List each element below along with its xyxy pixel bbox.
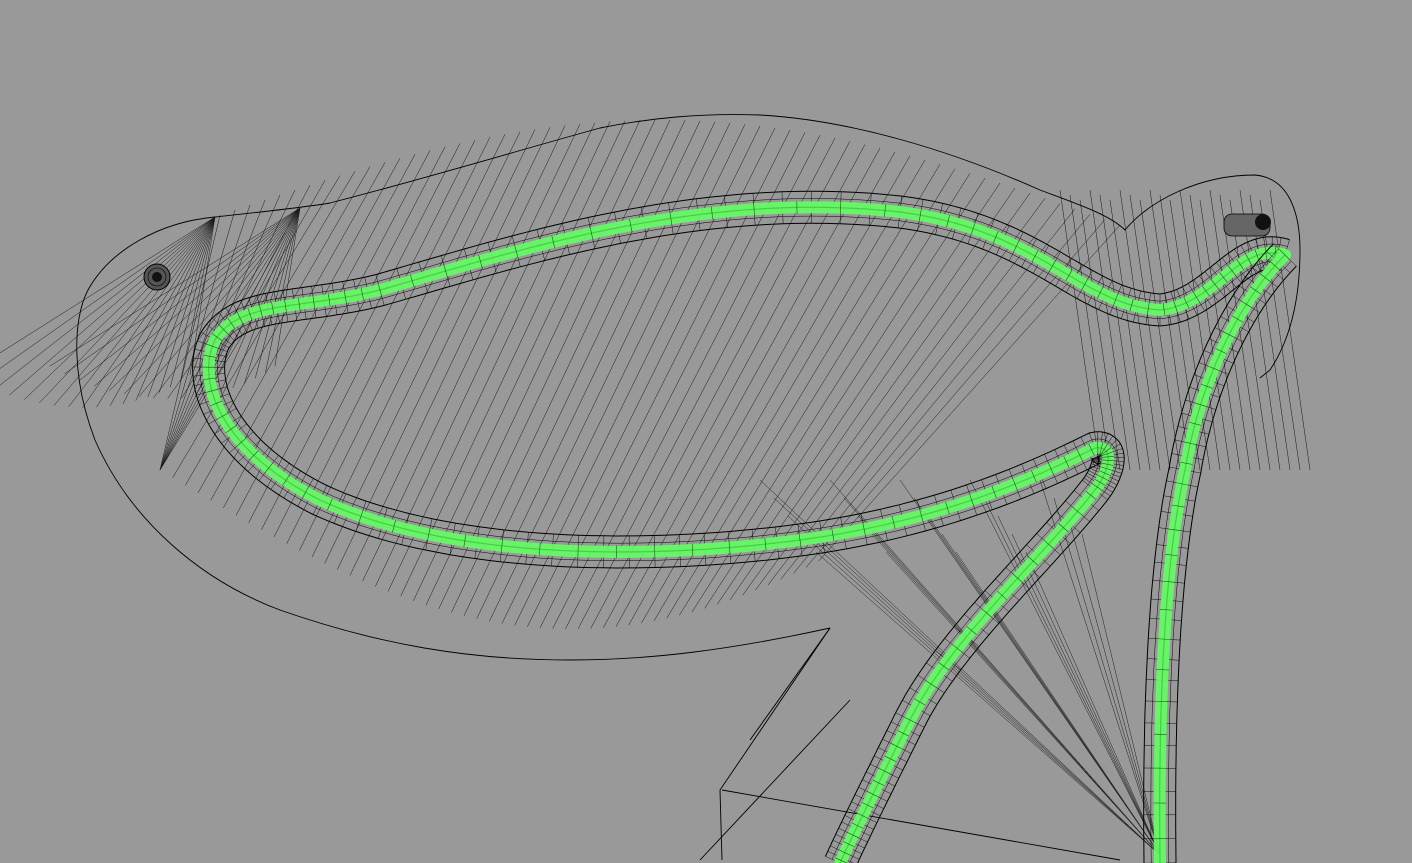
viewport-background: [0, 0, 1412, 863]
pivot-marker-left-icon[interactable]: [143, 263, 171, 291]
pivot-marker-right-icon[interactable]: [1223, 213, 1271, 237]
3d-viewport[interactable]: [0, 0, 1412, 863]
wireframe-scene[interactable]: [0, 0, 1412, 863]
